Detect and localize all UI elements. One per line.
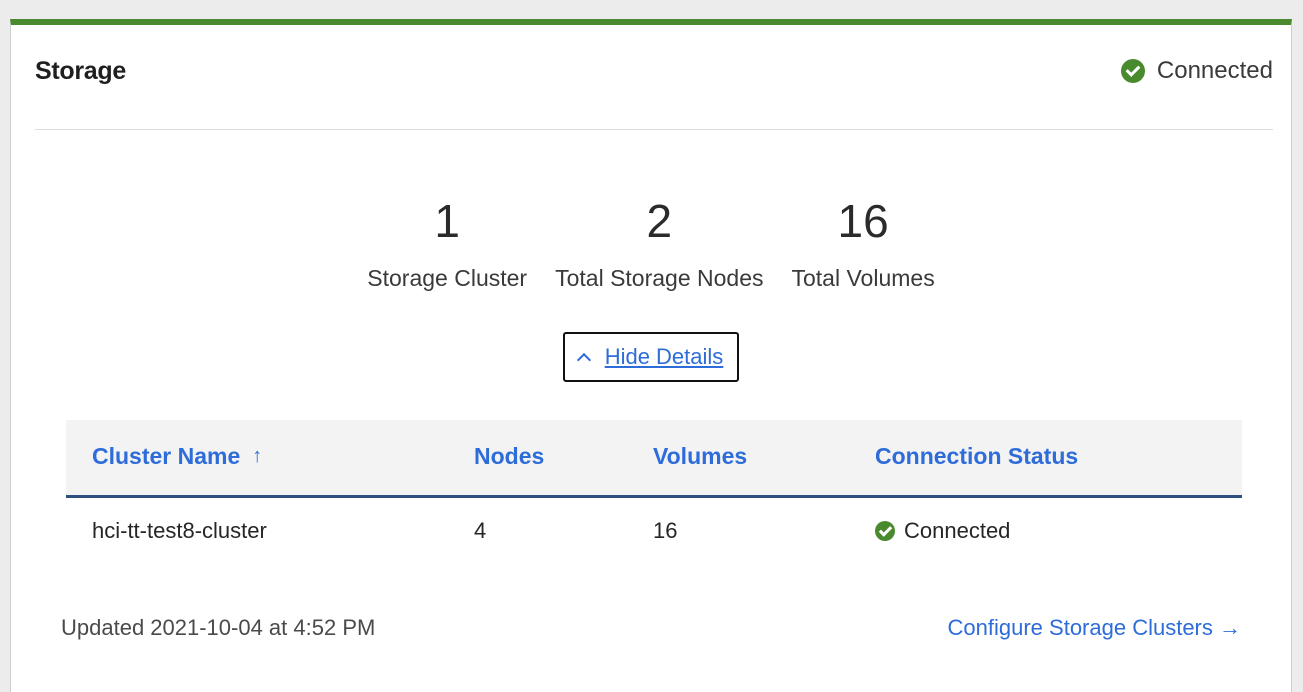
check-circle-icon [875, 521, 895, 541]
cell-nodes: 4 [474, 518, 487, 543]
configure-storage-clusters-link[interactable]: Configure Storage Clusters → [948, 615, 1241, 641]
cell-volumes: 16 [653, 518, 678, 543]
stat-value: 2 [646, 195, 673, 247]
stat-total-storage-nodes: 2 Total Storage Nodes [555, 195, 763, 292]
stat-value: 1 [434, 195, 460, 247]
cell-connection-status: Connected [875, 518, 1010, 544]
stat-label: Total Volumes [791, 265, 935, 291]
cell-connection-status-label: Connected [904, 518, 1011, 543]
clusters-table: Cluster Name ↑ Nodes Volumes Connection … [66, 420, 1242, 560]
check-circle-icon [1120, 59, 1145, 83]
stat-value: 16 [837, 195, 889, 247]
connection-status: Connected [1120, 57, 1273, 85]
card-header: Storage Connected [35, 25, 1273, 130]
last-updated-text: Updated 2021-10-04 at 4:52 PM [61, 615, 376, 640]
hide-details-label: Hide Details [604, 344, 724, 369]
card-title: Storage [35, 57, 126, 85]
stat-total-volumes: 16 Total Volumes [792, 195, 935, 292]
connection-status-label: Connected [1156, 57, 1273, 84]
stat-label: Total Storage Nodes [555, 265, 764, 291]
column-header-volumes[interactable]: Volumes [653, 443, 747, 470]
table-row: hci-tt-test8-cluster 4 16 Connected [66, 498, 1242, 560]
chevron-up-icon [576, 352, 591, 367]
column-header-cluster-name[interactable]: Cluster Name ↑ [92, 443, 262, 470]
stat-label: Storage Cluster [367, 265, 528, 291]
hide-details-button[interactable]: Hide Details [563, 332, 739, 382]
storage-card: Storage Connected 1 Storage Cluster 2 To… [10, 19, 1292, 692]
stat-storage-cluster: 1 Storage Cluster [367, 195, 527, 292]
summary-stats: 1 Storage Cluster 2 Total Storage Nodes … [11, 195, 1291, 292]
cell-cluster-name: hci-tt-test8-cluster [92, 518, 267, 543]
column-header-connection-status[interactable]: Connection Status [875, 443, 1078, 470]
column-header-nodes[interactable]: Nodes [474, 443, 544, 470]
sort-ascending-icon: ↑ [252, 445, 263, 467]
table-header: Cluster Name ↑ Nodes Volumes Connection … [66, 420, 1242, 498]
column-header-label: Cluster Name [92, 443, 241, 469]
